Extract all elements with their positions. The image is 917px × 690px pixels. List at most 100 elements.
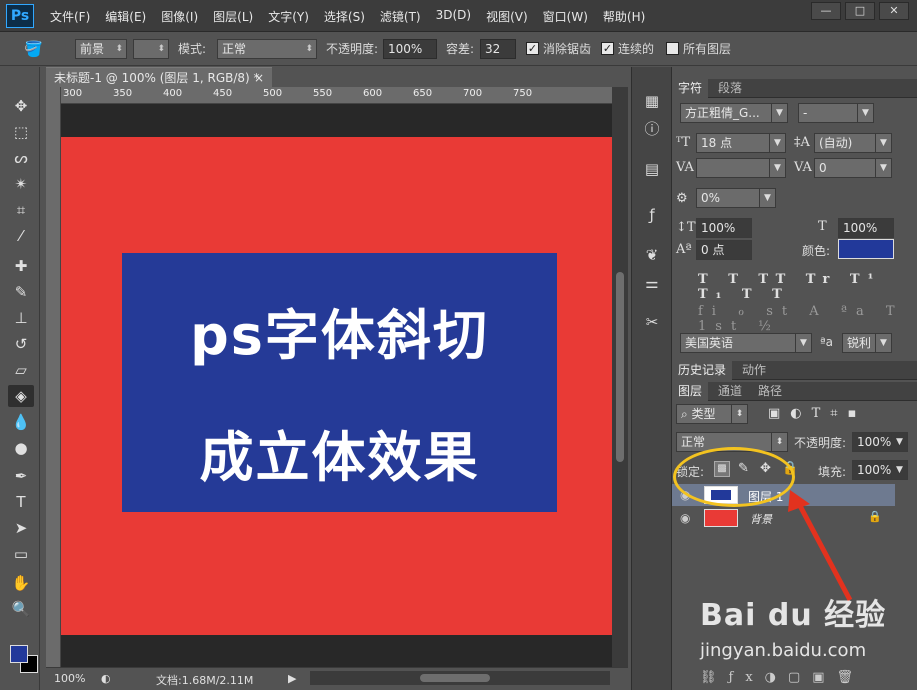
brush-tool-icon[interactable]: ✎ (8, 281, 34, 303)
blue-text-box[interactable]: ps字体斜切 成立体效果 (122, 253, 557, 512)
font-style-select[interactable]: - ▼ (798, 103, 874, 123)
maximize-button[interactable]: □ (845, 2, 875, 20)
histogram-icon[interactable]: ▦ (640, 89, 664, 113)
fill-label: 填充: (818, 465, 847, 479)
healing-brush-tool-icon[interactable]: ✚ (8, 255, 34, 277)
close-document-icon[interactable]: × (254, 68, 264, 88)
menu-file[interactable]: 文件(F) (50, 8, 90, 25)
info-icon[interactable]: ⓘ (640, 117, 664, 141)
pen-tool-icon[interactable]: ✒ (8, 465, 34, 487)
fill-input[interactable]: 100% ▼ (852, 460, 908, 480)
leading-select[interactable]: (自动) ▼ (814, 133, 892, 153)
ruler-tick: 300 (63, 88, 83, 99)
dodge-tool-icon[interactable]: ● (8, 437, 34, 459)
menu-view[interactable]: 视图(V) (486, 8, 528, 25)
chevron-down-icon: ⬍ (731, 405, 747, 423)
menu-3d[interactable]: 3D(D) (436, 8, 471, 25)
tab-character[interactable]: 字符 (672, 79, 709, 98)
antialias-checkbox[interactable]: ✓ (526, 42, 539, 55)
fx-icon[interactable]: ƒ (640, 203, 664, 227)
menu-filter[interactable]: 滤镜(T) (380, 8, 421, 25)
tab-actions[interactable]: 动作 (736, 361, 772, 380)
history-brush-tool-icon[interactable]: ↺ (8, 333, 34, 355)
eyedropper-tool-icon[interactable]: ⁄ (8, 225, 34, 247)
tolerance-input[interactable]: 32 (480, 39, 516, 59)
baseline-shift-input[interactable]: 0 点 (696, 240, 752, 260)
zoom-level[interactable]: 100% (54, 672, 85, 685)
eye-icon[interactable]: ◉ (680, 511, 690, 525)
character-tabs: 字符 段落 (672, 79, 917, 98)
font-size-select[interactable]: 18 点 ▼ (696, 133, 786, 153)
contiguous-checkbox[interactable]: ✓ (601, 42, 614, 55)
document-tab[interactable]: 未标题-1 @ 100% (图层 1, RGB/8) * × (46, 67, 272, 87)
text-style-buttons[interactable]: T T TT Tr T¹ T₁ T T (698, 272, 917, 302)
all-layers-checkbox[interactable] (666, 42, 679, 55)
vertical-scale-input[interactable]: 100% (696, 218, 752, 238)
vertical-scrollbar[interactable] (612, 87, 628, 667)
minimize-button[interactable]: — (811, 2, 841, 20)
window-controls: — □ ✕ (811, 2, 909, 20)
lasso-tool-icon[interactable]: ᔕ (8, 147, 34, 169)
color-swatches[interactable] (6, 641, 40, 675)
menu-window[interactable]: 窗口(W) (543, 8, 588, 25)
crop-tool-icon[interactable]: ⌗ (8, 199, 34, 221)
eraser-tool-icon[interactable]: ▱ (8, 359, 34, 381)
layers-footer-icons[interactable]: ⛓ƒx◑▢▣🗑 (700, 670, 865, 685)
chevron-down-icon: ▼ (875, 134, 891, 152)
tab-paragraph[interactable]: 段落 (712, 79, 748, 98)
menu-help[interactable]: 帮助(H) (603, 8, 645, 25)
kerning-select[interactable]: ▼ (696, 158, 786, 178)
horizontal-scale-icon: T (818, 219, 827, 234)
character-panel: 字符 段落 方正粗倩_G... ▼ - ▼ ᵀT 18 点 ▼ ‡A (自动) ▼ VA… (672, 67, 917, 360)
menu-edit[interactable]: 编辑(E) (105, 8, 146, 25)
marquee-tool-icon[interactable]: ⬚ (8, 121, 34, 143)
font-family-select[interactable]: 方正粗倩_G... ▼ (680, 103, 788, 123)
pattern-picker[interactable] (133, 39, 169, 59)
brush-presets-icon[interactable]: ❦ (640, 243, 664, 267)
close-window-button[interactable]: ✕ (879, 2, 909, 20)
tab-layers[interactable]: 图层 (672, 382, 709, 401)
fill-source-select[interactable]: 前景 (75, 39, 127, 59)
leading-value: (自动) (819, 136, 853, 150)
menu-layer[interactable]: 图层(L) (213, 8, 253, 25)
horizontal-scroll-thumb[interactable] (420, 674, 490, 682)
menu-type[interactable]: 文字(Y) (268, 8, 309, 25)
menu-image[interactable]: 图像(I) (161, 8, 198, 25)
vertical-scroll-thumb[interactable] (616, 272, 624, 462)
magic-wand-tool-icon[interactable]: ✴ (8, 173, 34, 195)
hand-tool-icon[interactable]: ✋ (8, 572, 34, 594)
path-select-tool-icon[interactable]: ➤ (8, 517, 34, 539)
adjustments-icon[interactable]: ⚌ (640, 271, 664, 295)
layer-filter-select[interactable]: ⌕ 类型 ⬍ (676, 404, 748, 424)
tab-history[interactable]: 历史记录 (672, 361, 733, 380)
layer-filter-icons[interactable]: ▣◐T⌗▪ (768, 406, 866, 421)
zoom-tool-icon[interactable]: 🔍 (8, 598, 34, 620)
tracking-select[interactable]: 0 ▼ (814, 158, 892, 178)
opentype-buttons[interactable]: fi ℴ st A ªa T 1st ½ (698, 304, 917, 334)
horizontal-scrollbar[interactable] (310, 671, 610, 685)
status-menu-icon[interactable]: ◐ (101, 672, 111, 685)
layer-name[interactable]: 背景 (750, 511, 772, 527)
foreground-color-swatch[interactable] (10, 645, 28, 663)
language-select[interactable]: 美国英语 ▼ (680, 333, 812, 353)
status-arrow-icon[interactable]: ▶ (288, 672, 296, 685)
shape-tool-icon[interactable]: ▭ (8, 543, 34, 565)
stamp-tool-icon[interactable]: ⊥ (8, 307, 34, 329)
move-tool-icon[interactable]: ✥ (8, 95, 34, 117)
opacity-input[interactable]: 100% (383, 39, 437, 59)
swatches-icon[interactable]: ▤ (640, 157, 664, 181)
type-tool-icon[interactable]: T (8, 491, 34, 513)
layer-opacity-input[interactable]: 100% ▼ (852, 432, 908, 452)
mode-select[interactable]: 正常 (217, 39, 317, 59)
blur-tool-icon[interactable]: 💧 (8, 411, 34, 433)
horizontal-scale-input[interactable]: 100% (838, 218, 894, 238)
tab-paths[interactable]: 路径 (752, 382, 788, 401)
menu-select[interactable]: 选择(S) (324, 8, 365, 25)
paint-bucket-icon[interactable]: 🪣 (24, 39, 43, 59)
tsume-select[interactable]: 0% ▼ (696, 188, 776, 208)
text-color-swatch[interactable] (838, 239, 894, 259)
antialias-method-select[interactable]: 锐利 ▼ (842, 333, 892, 353)
tab-channels[interactable]: 通道 (712, 382, 748, 401)
paint-bucket-tool-icon[interactable]: ◈ (8, 385, 34, 407)
tool-presets-icon[interactable]: ✂ (640, 310, 664, 334)
